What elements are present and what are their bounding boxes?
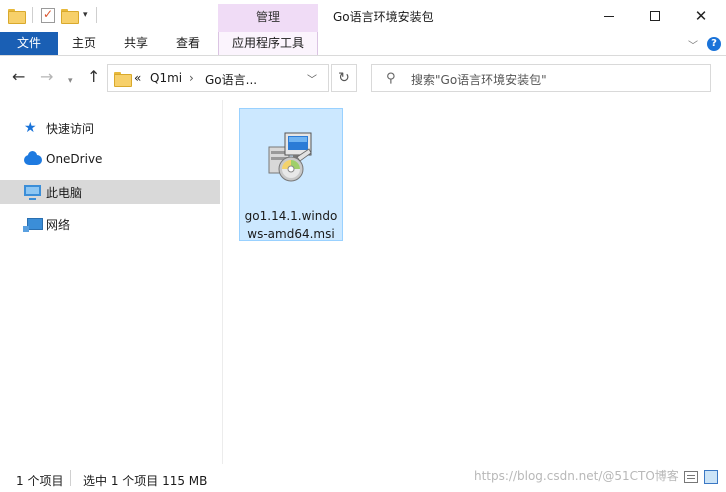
close-button[interactable]: ✕ [678, 0, 724, 32]
sidebar-item-onedrive[interactable]: OneDrive [0, 148, 220, 172]
sidebar-item-label: 此电脑 [46, 186, 83, 200]
folder-icon [114, 72, 132, 87]
close-icon: ✕ [694, 6, 708, 25]
address-bar[interactable]: « Q1mi › Go语言... ﹀ [107, 64, 329, 92]
new-folder-icon[interactable] [61, 8, 79, 24]
tab-application-tools[interactable]: 应用程序工具 [218, 32, 318, 55]
tab-file[interactable]: 文件 [0, 32, 58, 55]
details-view-icon[interactable] [684, 471, 698, 483]
folder-icon[interactable] [8, 8, 26, 24]
maximize-icon [650, 11, 660, 21]
properties-icon[interactable] [41, 7, 55, 23]
msi-installer-icon [268, 132, 312, 182]
tab-view[interactable]: 查看 [166, 32, 210, 55]
up-arrow-icon[interactable]: ↑ [87, 69, 100, 85]
toolbar-divider [95, 7, 97, 23]
breadcrumb-segment-q1mi[interactable]: Q1mi [150, 71, 182, 85]
help-icon[interactable]: ? [707, 37, 721, 51]
forward-arrow-icon[interactable]: → [40, 69, 53, 85]
window-title: Go语言环境安装包 [333, 10, 434, 24]
tab-share[interactable]: 共享 [114, 32, 158, 55]
file-name-line: go1.14.1.windo [244, 209, 338, 223]
recent-locations-chevron-icon[interactable]: ▾ [68, 73, 73, 89]
this-pc-icon [24, 184, 42, 200]
sidebar-item-this-pc[interactable]: 此电脑 [0, 180, 220, 204]
file-item[interactable]: go1.14.1.windo ws-amd64.msi [239, 108, 343, 241]
large-icons-view-icon[interactable] [704, 470, 718, 484]
refresh-icon: ↻ [338, 70, 350, 86]
status-bar: 1 个项目 选中 1 个项目 115 MB https://blog.csdn.… [0, 464, 726, 492]
sidebar-item-label: OneDrive [46, 152, 103, 166]
quick-access-toolbar: ▾ [8, 7, 99, 24]
file-name: go1.14.1.windo ws-amd64.msi [240, 207, 342, 243]
file-list-view: go1.14.1.windo ws-amd64.msi [223, 100, 726, 464]
customize-toolbar-dropdown-icon[interactable]: ▾ [83, 10, 88, 20]
toolbar-divider [32, 7, 33, 23]
address-dropdown-chevron-icon[interactable]: ﹀ [307, 71, 317, 86]
expand-ribbon-chevron-icon[interactable]: ﹀ [688, 37, 698, 52]
selection-info: 选中 1 个项目 115 MB [83, 474, 208, 488]
search-icon: ⚲ [386, 71, 396, 86]
file-name-line: ws-amd64.msi [247, 227, 335, 241]
onedrive-cloud-icon [24, 151, 42, 168]
item-count: 1 个项目 [16, 474, 64, 488]
sidebar-item-label: 网络 [46, 218, 71, 232]
refresh-button[interactable]: ↻ [331, 64, 357, 92]
network-icon [23, 216, 43, 232]
search-input[interactable]: ⚲ 搜索"Go语言环境安装包" [371, 64, 711, 92]
sidebar-item-label: 快速访问 [46, 122, 95, 136]
back-arrow-icon[interactable]: ← [12, 69, 25, 85]
breadcrumb-segment-go[interactable]: Go语言... [205, 71, 257, 88]
minimize-icon [604, 15, 614, 17]
maximize-button[interactable] [632, 0, 678, 32]
ribbon-tabs: 文件 主页 共享 查看 应用程序工具 ﹀ ? [0, 32, 726, 56]
address-overflow[interactable]: « [134, 71, 141, 85]
sidebar-item-quick-access[interactable]: ★ 快速访问 [0, 116, 220, 140]
tab-home[interactable]: 主页 [62, 32, 106, 55]
contextual-tab-group-manage: 管理 [218, 4, 318, 32]
breadcrumb-separator[interactable]: › [189, 71, 194, 85]
quick-access-star-icon: ★ [24, 120, 37, 136]
navigation-pane: ★ 快速访问 OneDrive 此电脑 网络 [0, 100, 222, 464]
sidebar-item-network[interactable]: 网络 [0, 212, 220, 236]
minimize-button[interactable] [586, 0, 632, 32]
navigation-bar: ← → ▾ ↑ « Q1mi › Go语言... ﹀ ↻ ⚲ 搜索"Go语言环境… [0, 56, 726, 100]
title-bar: ▾ 管理 Go语言环境安装包 ✕ [0, 0, 726, 32]
status-divider [70, 470, 71, 486]
search-placeholder: 搜索"Go语言环境安装包" [411, 73, 547, 87]
watermark: https://blog.csdn.net/@51CTO博客 [474, 469, 679, 483]
